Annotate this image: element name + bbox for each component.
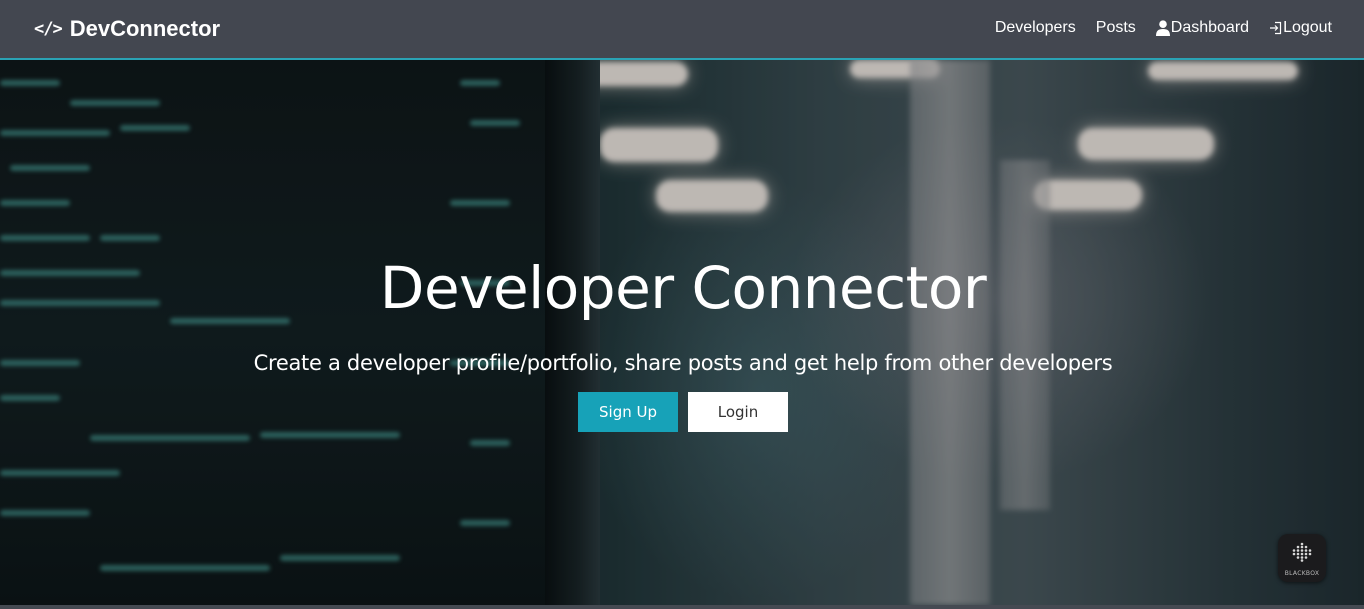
login-button[interactable]: Login — [688, 392, 788, 432]
nav-dashboard-label: Dashboard — [1170, 19, 1250, 36]
navbar: </> DevConnector Developers Posts Dashbo… — [0, 0, 1364, 60]
hero-title: Developer Connector — [379, 254, 987, 322]
blackbox-logo-icon — [1292, 542, 1312, 567]
nav-logout-label: Logout — [1283, 19, 1332, 36]
bottom-edge — [0, 605, 1364, 609]
hero-dark-overlay — [0, 60, 1364, 605]
code-icon: </> — [34, 19, 63, 39]
nav-logout-link[interactable]: Logout — [1269, 17, 1332, 39]
hero-subtitle: Create a developer profile/portfolio, sh… — [253, 351, 1113, 375]
brand-link[interactable]: </> DevConnector — [34, 14, 220, 44]
nav-dashboard-link[interactable]: Dashboard — [1155, 17, 1250, 39]
blackbox-label: BLACKBOX — [1284, 569, 1320, 577]
nav-developers-link[interactable]: Developers — [995, 17, 1076, 39]
blackbox-widget-button[interactable]: BLACKBOX — [1278, 534, 1326, 582]
nav-posts-link[interactable]: Posts — [1096, 17, 1136, 39]
nav-links: Developers Posts Dashboard Logout — [995, 17, 1332, 39]
user-icon — [1155, 20, 1170, 36]
landing-hero: Developer Connector Create a developer p… — [0, 60, 1364, 605]
signup-button[interactable]: Sign Up — [578, 392, 678, 432]
sign-out-icon — [1269, 21, 1282, 35]
brand-name: DevConnector — [69, 16, 221, 41]
